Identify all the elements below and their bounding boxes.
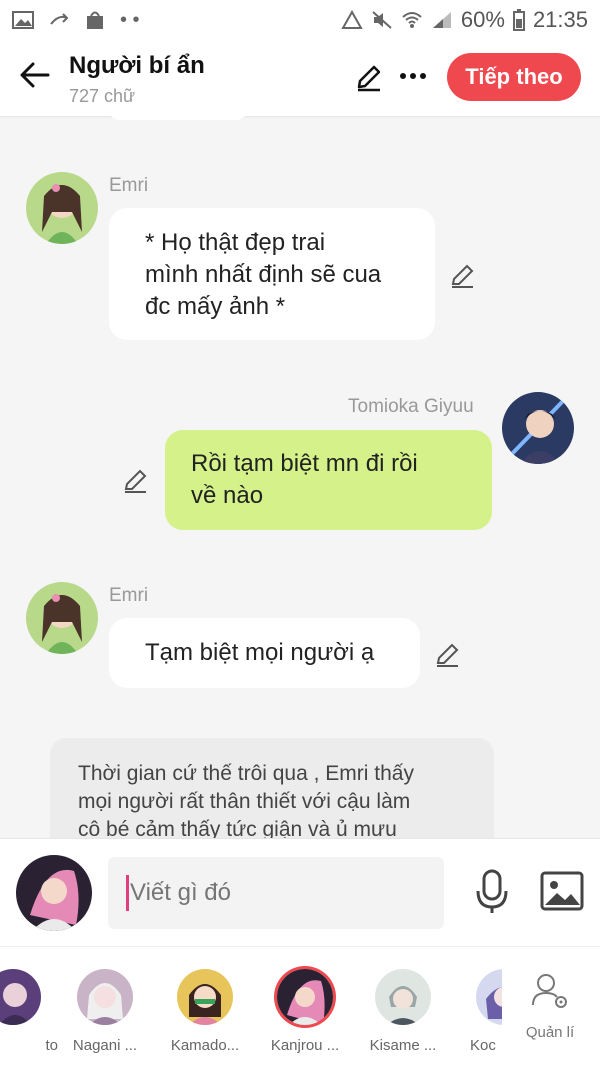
next-button[interactable]: Tiếp theo [447, 53, 581, 101]
more-options-icon[interactable] [398, 64, 428, 88]
word-count: 727 chữ [69, 86, 136, 106]
character-item-selected[interactable]: Kanjrou ... [260, 969, 350, 1054]
character-name: Kanjrou ... [270, 1037, 340, 1054]
character-item[interactable]: Nagani ... [60, 969, 150, 1054]
avatar [77, 969, 133, 1025]
character-item[interactable]: Kamado... [160, 969, 250, 1054]
edit-message-icon[interactable] [122, 466, 150, 494]
character-name: Kisame ... [369, 1037, 437, 1054]
sender-name: Tomioka Giyuu [348, 396, 474, 417]
clock: 21:35 [532, 7, 588, 32]
message-line: mình nhất định sẽ cua [145, 261, 382, 288]
current-character-avatar[interactable] [16, 855, 92, 931]
status-bar: • • 60% 21:35 [0, 0, 600, 40]
story-header: Người bí ẩn 727 chữ Tiếp theo [0, 40, 600, 116]
share-notification-icon [50, 13, 69, 25]
avatar[interactable] [502, 392, 574, 464]
message-line: * Họ thật đẹp trai [145, 229, 326, 256]
microphone-icon[interactable] [474, 869, 510, 915]
character-name: to [45, 1037, 58, 1054]
avatar [476, 969, 502, 1025]
narration-line: mọi người rất thân thiết với cậu làm [78, 790, 411, 813]
wifi-icon [402, 12, 422, 28]
character-bar: to Nagani ... Kamado... Kanjrou ... Kisa… [0, 946, 600, 1067]
narration-line: cô bé cảm thấy tức giận và ủ mưu [78, 818, 397, 838]
sender-name: Emri [109, 585, 149, 606]
signal-icon [432, 12, 451, 28]
avatar[interactable] [26, 582, 98, 654]
message-bubble[interactable]: Tạm biệt mọi người ạ [109, 618, 420, 688]
character-item[interactable]: Kisame ... [358, 969, 448, 1054]
edit-pencil-icon[interactable] [354, 62, 384, 92]
battery-icon [512, 9, 525, 31]
avatar [0, 969, 41, 1025]
avatar [277, 969, 333, 1025]
back-arrow-icon[interactable] [18, 58, 52, 92]
image-icon[interactable] [540, 871, 584, 911]
avatar[interactable] [26, 172, 98, 244]
compose-bar [0, 838, 600, 946]
text-caret [126, 875, 129, 911]
story-title: Người bí ẩn [69, 52, 205, 79]
manage-user-icon [532, 974, 567, 1008]
gallery-notification-icon [12, 11, 34, 29]
avatar [375, 969, 431, 1025]
character-item[interactable]: to [0, 969, 58, 1054]
previous-bubble-edge [108, 116, 248, 120]
battery-percent: 60% [460, 7, 505, 32]
mute-icon [372, 11, 392, 29]
chat-area[interactable]: Emri * Họ thật đẹp trai mình nhất định s… [0, 116, 600, 838]
message-line: Tạm biệt mọi người ạ [145, 639, 375, 666]
edit-message-icon[interactable] [434, 640, 462, 668]
message-bubble[interactable]: * Họ thật đẹp trai mình nhất định sẽ cua… [109, 208, 435, 340]
message-line: về nào [191, 482, 264, 509]
message-bubble[interactable]: Rồi tạm biệt mn đi rồi về nào [165, 430, 492, 530]
manage-label: Quản lí [525, 1024, 575, 1041]
narration-line: Thời gian cứ thế trôi qua , Emri thấy [78, 762, 414, 785]
more-notifications-icon: • • [120, 8, 140, 31]
character-name: Kamado... [170, 1037, 240, 1054]
sync-icon [341, 10, 363, 29]
message-line: Rồi tạm biệt mn đi rồi [191, 450, 418, 477]
character-item[interactable]: Koc [462, 969, 502, 1054]
character-name: Nagani ... [72, 1037, 138, 1054]
sender-name: Emri [109, 175, 149, 196]
message-input[interactable] [108, 857, 444, 929]
message-line: đc mấy ảnh * [145, 293, 286, 320]
character-name: Koc [470, 1037, 496, 1054]
avatar [177, 969, 233, 1025]
narration-block[interactable]: Thời gian cứ thế trôi qua , Emri thấy mọ… [50, 738, 494, 838]
edit-message-icon[interactable] [449, 261, 477, 289]
shopping-bag-icon [87, 11, 103, 29]
manage-characters-button[interactable]: Quản lí [520, 971, 580, 1041]
